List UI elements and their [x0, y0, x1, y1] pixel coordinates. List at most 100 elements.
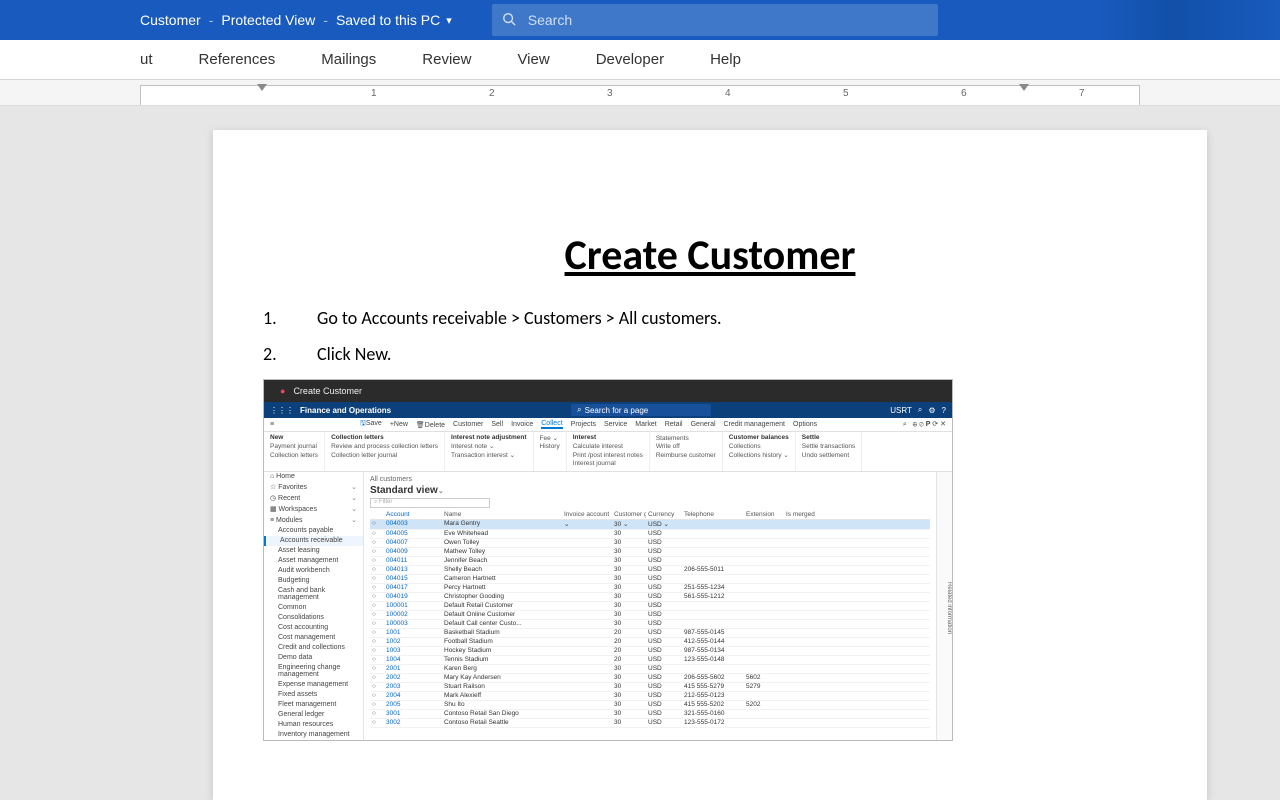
col-header[interactable]: Telephone: [682, 511, 744, 518]
table-row[interactable]: ○004019Christopher Gooding30USD561-555-1…: [370, 593, 930, 602]
table-row[interactable]: ○1004Tennis Stadium20USD123-555-0148: [370, 656, 930, 665]
actbar-new[interactable]: +New: [390, 421, 408, 428]
actbar-options[interactable]: Options: [793, 421, 817, 428]
actbar-collect[interactable]: Collect: [541, 420, 562, 429]
step[interactable]: 1.Go to Accounts receivable > Customers …: [259, 307, 1161, 329]
nav-module-fleet-management[interactable]: Fleet management: [264, 700, 363, 710]
nav-module-common[interactable]: Common: [264, 603, 363, 613]
nav-module-cost-accounting[interactable]: Cost accounting: [264, 623, 363, 633]
nav-module-general-ledger[interactable]: General ledger: [264, 710, 363, 720]
actbar-credit-management[interactable]: Credit management: [724, 421, 785, 428]
col-header[interactable]: Is merged: [784, 511, 824, 518]
nav-modules[interactable]: ≡ Modules⌄: [264, 515, 363, 526]
table-row[interactable]: ○100001Default Retail Customer30USD: [370, 602, 930, 611]
ribbon-tab-view[interactable]: View: [517, 51, 549, 68]
nav-module-expense-management[interactable]: Expense management: [264, 680, 363, 690]
nav-module-credit-and-collections[interactable]: Credit and collections: [264, 643, 363, 653]
col-header[interactable]: Currency: [646, 511, 682, 518]
embed-right-panel[interactable]: Related information: [936, 472, 952, 740]
table-row[interactable]: ○1001Basketball Stadium20USD987-555-0145: [370, 629, 930, 638]
col-header[interactable]: [370, 511, 384, 518]
actbar-invoice[interactable]: Invoice: [511, 421, 533, 428]
search-input[interactable]: Search: [492, 4, 938, 36]
table-row[interactable]: ○1003Hockey Stadium20USD987-555-0134: [370, 647, 930, 656]
embed-user[interactable]: USRT: [890, 406, 912, 415]
table-row[interactable]: ○1002Football Stadium20USD412-555-0144: [370, 638, 930, 647]
table-row[interactable]: ○2003Stuart Railson30USD415 555-52795279: [370, 683, 930, 692]
subbar-item[interactable]: Calculate interest: [573, 443, 643, 451]
nav-module-cost-management[interactable]: Cost management: [264, 633, 363, 643]
table-row[interactable]: ○2001Karen Berg30USD: [370, 665, 930, 674]
ribbon-tab-help[interactable]: Help: [710, 51, 741, 68]
chevron-down-icon[interactable]: ▾: [446, 14, 452, 27]
subbar-item[interactable]: Fee ⌄: [540, 435, 560, 443]
nav-module-human-resources[interactable]: Human resources: [264, 720, 363, 730]
subbar-item[interactable]: Transaction interest ⌄: [451, 452, 526, 460]
nav-module-consolidations[interactable]: Consolidations: [264, 613, 363, 623]
table-row[interactable]: ○3001Contoso Retail San Diego30USD321-55…: [370, 710, 930, 719]
nav-module-asset-management[interactable]: Asset management: [264, 556, 363, 566]
actbar-sell[interactable]: Sell: [491, 421, 503, 428]
subbar-item[interactable]: Payment journal: [270, 443, 318, 451]
subbar-item[interactable]: Collection letters: [270, 452, 318, 460]
nav-module-cash-and-bank-management[interactable]: Cash and bank management: [264, 586, 363, 603]
embed-view-name[interactable]: Standard view⌄: [370, 485, 930, 496]
ribbon-tab-references[interactable]: References: [199, 51, 276, 68]
col-header[interactable]: Invoice account: [562, 511, 612, 518]
ribbon-tab-mailings[interactable]: Mailings: [321, 51, 376, 68]
table-row[interactable]: ○004003Mara Gentry⌄30 ⌄USD ⌄: [370, 520, 930, 530]
nav-favorites[interactable]: ☆ Favorites⌄: [264, 482, 363, 493]
table-row[interactable]: ○2004Mark Alexieff30USD212-555-0123: [370, 692, 930, 701]
table-row[interactable]: ○100002Default Online Customer30USD: [370, 611, 930, 620]
subbar-item[interactable]: Review and process collection letters: [331, 443, 438, 451]
table-row[interactable]: ○2005Shu Ito30USD415 555-52025202: [370, 701, 930, 710]
table-row[interactable]: ○004007Owen Tolley30USD: [370, 539, 930, 548]
document-page[interactable]: Create Customer 1.Go to Accounts receiva…: [213, 130, 1207, 800]
actbar-retail[interactable]: Retail: [665, 421, 683, 428]
subbar-item[interactable]: Interest note ⌄: [451, 443, 526, 451]
ribbon-tab-review[interactable]: Review: [422, 51, 471, 68]
subbar-item[interactable]: Write off: [656, 443, 716, 451]
subbar-item[interactable]: Undo settlement: [802, 452, 855, 460]
nav-module-accounts-payable[interactable]: Accounts payable: [264, 526, 363, 536]
nav-module-demo-data[interactable]: Demo data: [264, 653, 363, 663]
nav-module-asset-leasing[interactable]: Asset leasing: [264, 546, 363, 556]
table-row[interactable]: ○100003Default Call center Custo...30USD: [370, 620, 930, 629]
waffle-icon[interactable]: ⋮⋮⋮: [270, 406, 294, 415]
actbar-service[interactable]: Service: [604, 421, 627, 428]
subbar-item[interactable]: Settle transactions: [802, 443, 855, 451]
embed-data-grid[interactable]: AccountNameInvoice accountCustomer group…: [370, 510, 930, 728]
subbar-item[interactable]: History: [540, 443, 560, 451]
subbar-item[interactable]: Reimburse customer: [656, 452, 716, 460]
table-row[interactable]: ○004005Eve Whitehead30USD: [370, 530, 930, 539]
help-icon[interactable]: ?: [942, 406, 946, 415]
hamburger-icon[interactable]: ≡: [270, 421, 274, 428]
col-header[interactable]: Extension: [744, 511, 784, 518]
nav-module-accounts-receivable[interactable]: Accounts receivable: [264, 536, 363, 546]
table-row[interactable]: ○004015Cameron Hartnett30USD: [370, 575, 930, 584]
col-header[interactable]: [428, 511, 442, 518]
nav-module-audit-workbench[interactable]: Audit workbench: [264, 566, 363, 576]
actbar-general[interactable]: General: [691, 421, 716, 428]
table-row[interactable]: ○2002Mary Kay Andersen30USD206-555-56025…: [370, 674, 930, 683]
ribbon-tab-developer[interactable]: Developer: [596, 51, 664, 68]
subbar-item[interactable]: Print /post interest notes: [573, 452, 643, 460]
nav-home[interactable]: ⌂ Home: [264, 472, 363, 482]
step[interactable]: 2.Click New.: [259, 343, 1161, 365]
table-row[interactable]: ○004009Mathew Tolley30USD: [370, 548, 930, 557]
nav-module-budgeting[interactable]: Budgeting: [264, 576, 363, 586]
indent-marker-right[interactable]: [1019, 84, 1029, 91]
subbar-item[interactable]: Collections history ⌄: [729, 452, 789, 460]
table-row[interactable]: ○004013Shelly Beach30USD206-555-5011: [370, 566, 930, 575]
subbar-item[interactable]: Statements: [656, 435, 716, 443]
actbar-save[interactable]: 🖫Save: [360, 419, 382, 430]
col-header[interactable]: Customer group: [612, 511, 646, 518]
indent-marker-left[interactable]: [257, 84, 267, 91]
actbar-tools[interactable]: ⌕ ⊕ ⊘ P ⟳ ✕: [903, 420, 946, 429]
actbar-market[interactable]: Market: [635, 421, 656, 428]
ribbon-tab-ut[interactable]: ut: [140, 51, 153, 68]
search-icon[interactable]: ⌕: [918, 405, 922, 415]
table-row[interactable]: ○004011Jennifer Beach30USD: [370, 557, 930, 566]
gear-icon[interactable]: ⚙: [928, 406, 935, 415]
nav-workspaces[interactable]: ▦ Workspaces⌄: [264, 504, 363, 515]
